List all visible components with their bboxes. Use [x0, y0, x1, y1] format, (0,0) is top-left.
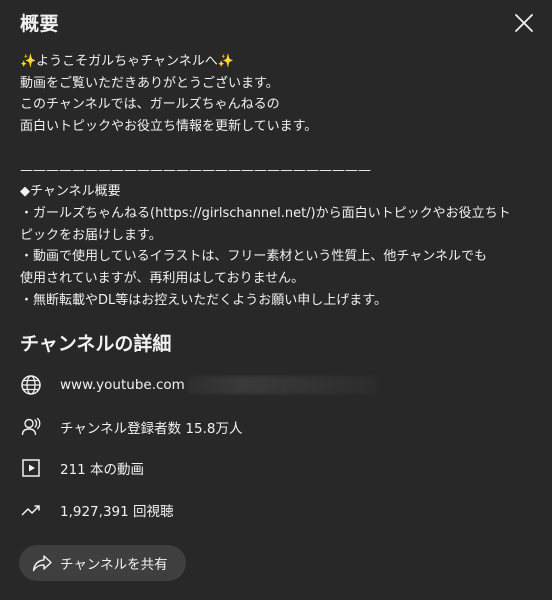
globe-icon — [20, 373, 46, 397]
close-button[interactable] — [512, 11, 536, 35]
videos-row: 211 本の動画 — [20, 456, 144, 480]
details-title: チャンネルの詳細 — [20, 333, 172, 355]
views-row: 1,927,391 回視聴 — [20, 498, 174, 522]
share-icon — [31, 552, 53, 574]
subscribers-icon — [20, 415, 46, 439]
panel-title: 概要 — [20, 13, 60, 35]
view-count: 1,927,391 回視聴 — [60, 504, 174, 520]
url-row: www.youtube.com — [20, 373, 377, 397]
about-panel: 概要 ✨ようこそガルちゃチャンネルへ✨ 動画をご覧いただきありがとうございます。… — [0, 0, 552, 600]
channel-url-link[interactable]: www.youtube.com — [60, 376, 377, 394]
video-icon — [20, 456, 46, 480]
channel-url-text: www.youtube.com — [60, 377, 185, 393]
trending-icon — [20, 498, 46, 522]
subscriber-count: チャンネル登録者数 15.8万人 — [60, 421, 243, 437]
channel-description: ✨ようこそガルちゃチャンネルへ✨ 動画をご覧いただきありがとうございます。 この… — [20, 54, 511, 308]
subscribers-row: チャンネル登録者数 15.8万人 — [20, 415, 242, 439]
close-icon — [515, 14, 533, 32]
share-channel-label: チャンネルを共有 — [60, 557, 168, 573]
video-count: 211 本の動画 — [60, 462, 145, 478]
redacted-url — [186, 376, 377, 394]
share-channel-button[interactable]: チャンネルを共有 — [19, 545, 186, 581]
